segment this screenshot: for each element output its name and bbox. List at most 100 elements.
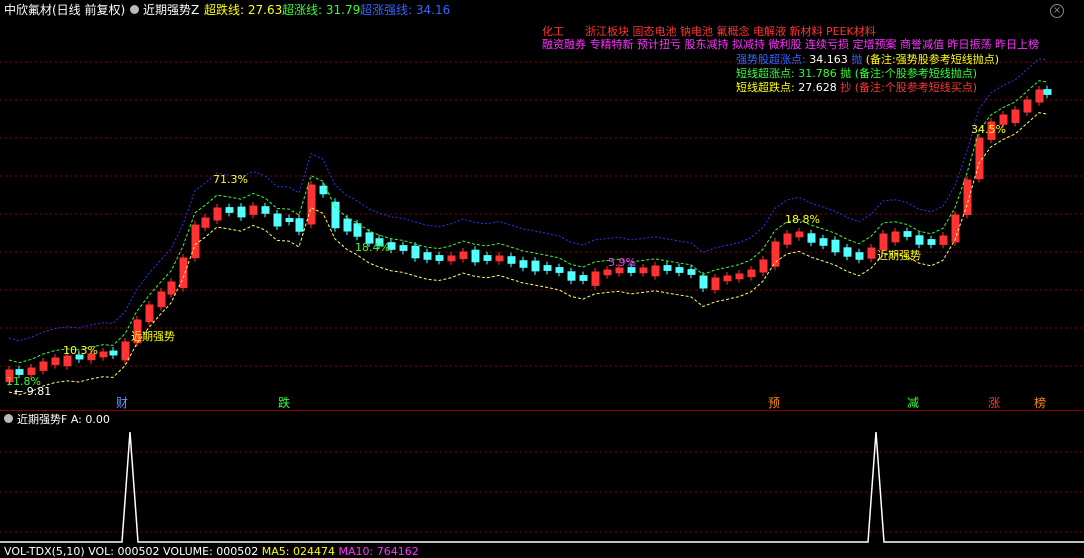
candle	[927, 239, 936, 245]
event-tag[interactable]: 榜	[1032, 396, 1048, 410]
candle	[225, 207, 234, 213]
pct-label: 71.3%	[213, 173, 248, 186]
candle	[543, 265, 552, 271]
candle	[331, 201, 340, 229]
concept-line-1: 化工 浙江板块 固态电池 钠电池 氟概念 电解液 新材料 PEEK材料	[542, 25, 876, 38]
candle	[747, 269, 756, 278]
candle	[121, 341, 130, 361]
candle	[273, 213, 282, 227]
candle	[157, 291, 166, 308]
candle	[447, 255, 456, 262]
candle	[807, 233, 816, 243]
candle	[771, 241, 780, 267]
candle	[915, 235, 924, 245]
candle	[567, 271, 576, 281]
candle	[411, 245, 420, 259]
candle	[1011, 109, 1020, 123]
candle	[939, 235, 948, 245]
candle	[285, 218, 294, 222]
event-tag[interactable]: 跌	[276, 396, 292, 410]
candle	[495, 255, 504, 262]
candle	[249, 205, 258, 215]
pct-label: 34.5%	[971, 123, 1006, 136]
event-tag[interactable]: 预	[766, 396, 782, 410]
volume-footer: VOL-TDX(5,10) VOL: 000502 VOLUME: 000502…	[4, 545, 419, 558]
overbought-label: 超涨线: 31.79	[282, 3, 361, 17]
candle	[699, 275, 708, 289]
candle	[855, 252, 864, 260]
candle	[639, 267, 648, 274]
candle	[555, 267, 564, 273]
candle	[63, 355, 72, 367]
event-tag[interactable]: 涨	[986, 396, 1002, 410]
settings-dot-icon[interactable]	[130, 5, 139, 14]
event-tag[interactable]: 财	[114, 396, 130, 410]
candle	[51, 357, 60, 366]
candle	[459, 251, 468, 260]
candle	[903, 231, 912, 237]
candle	[471, 249, 480, 263]
candle	[723, 275, 732, 282]
candle	[759, 259, 768, 273]
candle	[15, 369, 24, 375]
candle	[353, 223, 362, 237]
candle	[531, 260, 540, 272]
candle	[483, 255, 492, 261]
candle	[591, 271, 600, 286]
middle-band-line	[8, 80, 1048, 364]
low-price-label: ← 9.81	[14, 385, 52, 398]
candle	[423, 252, 432, 260]
info-row-oversold: 短线超跌点: 27.628 抄 (备注:个股参考短线买点)	[736, 81, 978, 94]
candle	[783, 233, 792, 245]
candle	[579, 275, 588, 281]
candle	[319, 185, 328, 195]
candle	[261, 206, 270, 214]
stock-title: 中欣氟材(日线 前复权)	[4, 3, 126, 17]
candle	[519, 260, 528, 268]
info-row-strong: 强势股超涨点: 34.163 抛 (备注:强势股参考短线抛点)	[736, 53, 1000, 66]
candle	[735, 273, 744, 280]
candle	[507, 256, 516, 264]
candle	[237, 206, 246, 218]
candle	[213, 207, 222, 221]
info-row-overbought: 短线超涨点: 31.786 抛 (备注:个股参考短线抛点)	[736, 67, 978, 80]
strong-signal-label: 近期强势	[131, 330, 175, 343]
signal-line	[0, 431, 1084, 543]
candle	[343, 218, 352, 232]
candle	[1043, 89, 1052, 95]
oversold-label: 超跌线: 27.63	[204, 3, 283, 17]
candle	[711, 277, 720, 291]
event-tag[interactable]: 减	[905, 396, 921, 410]
candle	[663, 265, 672, 271]
indicator-name: 近期强势Z	[143, 3, 200, 17]
candle	[307, 184, 316, 225]
candle	[687, 269, 696, 275]
candle	[39, 361, 48, 371]
strong-overbought-label: 超涨强线: 34.16	[360, 3, 451, 17]
candle	[295, 218, 304, 232]
candle	[179, 257, 188, 289]
concept-line-2: 融资融券 专精特新 预计扭亏 股东减持 拟减持 微利股 连续亏损 定增预案 商誉…	[542, 38, 1039, 51]
candle	[167, 281, 176, 295]
signal-chart	[0, 431, 1084, 543]
candle	[191, 224, 200, 259]
candle	[891, 231, 900, 243]
candle	[831, 239, 840, 253]
candle	[435, 255, 444, 261]
candle	[201, 217, 210, 228]
pct-label: 10.3%	[63, 344, 98, 357]
candle	[867, 247, 876, 259]
candle	[1035, 89, 1044, 103]
close-icon[interactable]: ×	[1050, 4, 1064, 18]
candle	[27, 367, 36, 376]
candle	[1023, 99, 1032, 113]
candle	[99, 351, 108, 358]
candle	[651, 265, 660, 277]
candle	[819, 238, 828, 246]
pct-label: 5.9%	[608, 256, 636, 269]
candle	[399, 245, 408, 251]
candle	[603, 269, 612, 276]
candle	[145, 304, 154, 322]
strong-signal-label: 近期强势	[877, 249, 921, 262]
candle	[675, 267, 684, 273]
